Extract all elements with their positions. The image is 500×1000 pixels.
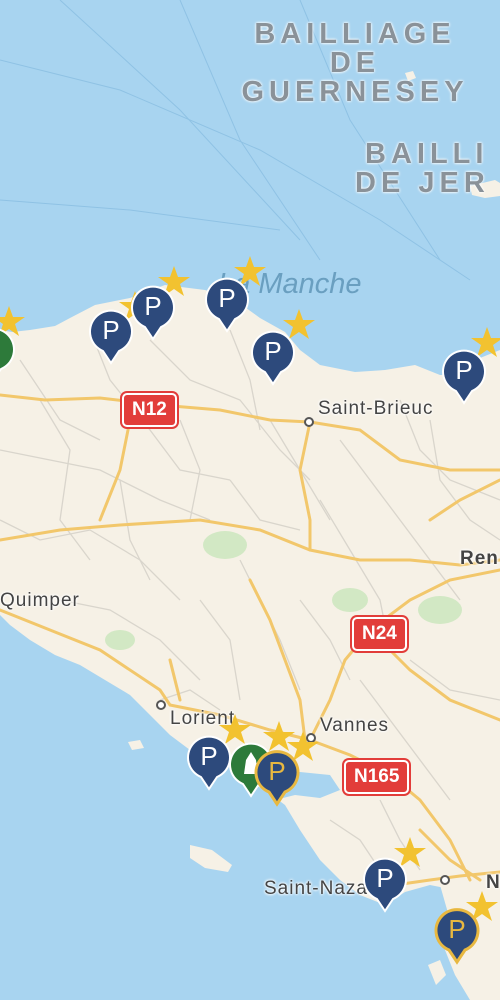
parking-symbol: P — [218, 283, 235, 313]
city-label-saint-brieuc[interactable]: Saint-Brieuc — [318, 398, 434, 420]
city-dot-saint-nazaire — [440, 875, 450, 885]
map-view[interactable]: BAILLIAGE DE GUERNESEY BAILLI DE JER La … — [0, 0, 500, 1000]
region-label-jersey: BAILLI DE JER — [355, 140, 500, 198]
parking-pin-icon: P — [254, 750, 300, 807]
region-line: DE JER — [355, 167, 490, 199]
parking-symbol: P — [448, 914, 465, 944]
forest-patch — [203, 531, 247, 559]
region-line: GUERNESEY — [241, 76, 469, 108]
parking-pin-icon: P — [434, 908, 480, 965]
parking-pin[interactable]: P — [204, 275, 250, 333]
parking-pin-icon: P — [205, 277, 249, 333]
parking-pin-icon: P — [187, 735, 231, 791]
island-groix — [128, 740, 144, 750]
parking-symbol: P — [264, 336, 281, 366]
parking-pin-icon: P — [131, 285, 175, 341]
parking-symbol: P — [200, 741, 217, 771]
nature-pin-icon — [0, 328, 15, 373]
road-shield-n24: N24 — [352, 617, 407, 651]
parking-symbol: P — [144, 291, 161, 321]
forest-patch — [332, 588, 368, 612]
parking-pin[interactable]: P — [250, 328, 296, 386]
nature-pin[interactable] — [0, 325, 16, 383]
parking-pin-selected[interactable]: P — [434, 906, 480, 965]
parking-pin-icon: P — [251, 330, 295, 386]
parking-pin[interactable]: P — [186, 733, 232, 791]
island-belle-ile — [190, 845, 232, 872]
parking-pin[interactable]: P — [88, 307, 134, 365]
parking-symbol: P — [268, 756, 285, 786]
parking-pin-icon: P — [442, 349, 486, 405]
road-shield-n165: N165 — [344, 760, 410, 794]
region-line: DE — [329, 47, 381, 79]
parking-pin-icon: P — [89, 309, 133, 365]
parking-pin[interactable]: P — [130, 283, 176, 341]
road-shield-n12: N12 — [122, 393, 177, 427]
region-label-guernesey: BAILLIAGE DE GUERNESEY — [230, 20, 480, 107]
region-line: BAILLIAGE — [254, 18, 456, 50]
forest-patch — [418, 596, 462, 624]
city-label-vannes[interactable]: Vannes — [320, 715, 389, 737]
city-label-rennes[interactable]: Ren — [460, 548, 499, 570]
city-dot-saint-brieuc — [304, 417, 314, 427]
city-label-quimper[interactable]: Quimper — [0, 590, 80, 612]
city-dot-lorient — [156, 700, 166, 710]
parking-pin[interactable]: P — [441, 347, 487, 405]
parking-symbol: P — [376, 863, 393, 893]
parking-pin-icon: P — [363, 857, 407, 913]
forest-patch — [105, 630, 135, 650]
parking-symbol: P — [455, 355, 472, 385]
region-line: BAILLI — [365, 138, 489, 170]
parking-pin-selected[interactable]: P — [254, 748, 300, 807]
parking-symbol: P — [102, 315, 119, 345]
parking-pin[interactable]: P — [362, 855, 408, 913]
